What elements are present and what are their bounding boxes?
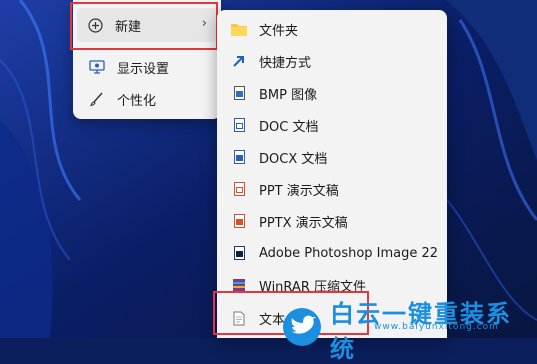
new-doc-item[interactable]: DOC 文档 — [223, 110, 441, 140]
bird-logo-icon — [282, 307, 322, 351]
new-psd-item[interactable]: Adobe Photoshop Image 22 — [223, 238, 441, 268]
bmp-file-icon — [231, 85, 247, 101]
txt-file-icon — [231, 310, 247, 326]
folder-icon — [231, 21, 247, 37]
new-shortcut-label: 快捷方式 — [259, 55, 312, 71]
personalize-label: 个性化 — [117, 93, 157, 109]
new-shortcut-item[interactable]: 快捷方式 — [223, 46, 441, 76]
new-ppt-label: PPT 演示文稿 — [259, 183, 339, 199]
new-menu-item[interactable]: 新建 › — [77, 8, 217, 42]
new-submenu: 文件夹 快捷方式 BMP 图像 DOC 文档 DOCX 文档 PPT 演示文稿 — [217, 10, 447, 338]
new-pptx-item[interactable]: PPTX 演示文稿 — [223, 206, 441, 236]
display-settings-item[interactable]: 显示设置 — [79, 52, 215, 82]
new-ppt-item[interactable]: PPT 演示文稿 — [223, 174, 441, 204]
display-settings-icon — [89, 59, 105, 75]
ppt-file-icon — [231, 181, 247, 197]
new-bmp-label: BMP 图像 — [259, 87, 318, 103]
watermark-url: www.baiyunxitong.com — [374, 322, 499, 332]
new-folder-item[interactable]: 文件夹 — [223, 14, 441, 44]
new-folder-label: 文件夹 — [259, 23, 299, 39]
chevron-right-icon: › — [201, 16, 207, 31]
doc-file-icon — [231, 117, 247, 133]
pptx-file-icon — [231, 213, 247, 229]
psd-file-icon — [231, 245, 247, 261]
personalize-item[interactable]: 个性化 — [79, 84, 215, 114]
brush-icon — [89, 91, 105, 107]
plus-circle-icon — [87, 17, 103, 33]
rar-file-icon — [231, 277, 247, 293]
new-rar-label: WinRAR 压缩文件 — [259, 279, 366, 295]
shortcut-icon — [231, 53, 247, 69]
new-menu-label: 新建 — [115, 19, 142, 35]
new-docx-item[interactable]: DOCX 文档 — [223, 142, 441, 172]
new-bmp-item[interactable]: BMP 图像 — [223, 78, 441, 108]
new-doc-label: DOC 文档 — [259, 119, 319, 135]
new-docx-label: DOCX 文档 — [259, 151, 328, 167]
display-settings-label: 显示设置 — [117, 61, 170, 77]
desktop-context-menu: 新建 › 显示设置 个性化 — [73, 0, 221, 119]
docx-file-icon — [231, 149, 247, 165]
new-pptx-label: PPTX 演示文稿 — [259, 215, 348, 231]
new-psd-label: Adobe Photoshop Image 22 — [259, 245, 439, 261]
